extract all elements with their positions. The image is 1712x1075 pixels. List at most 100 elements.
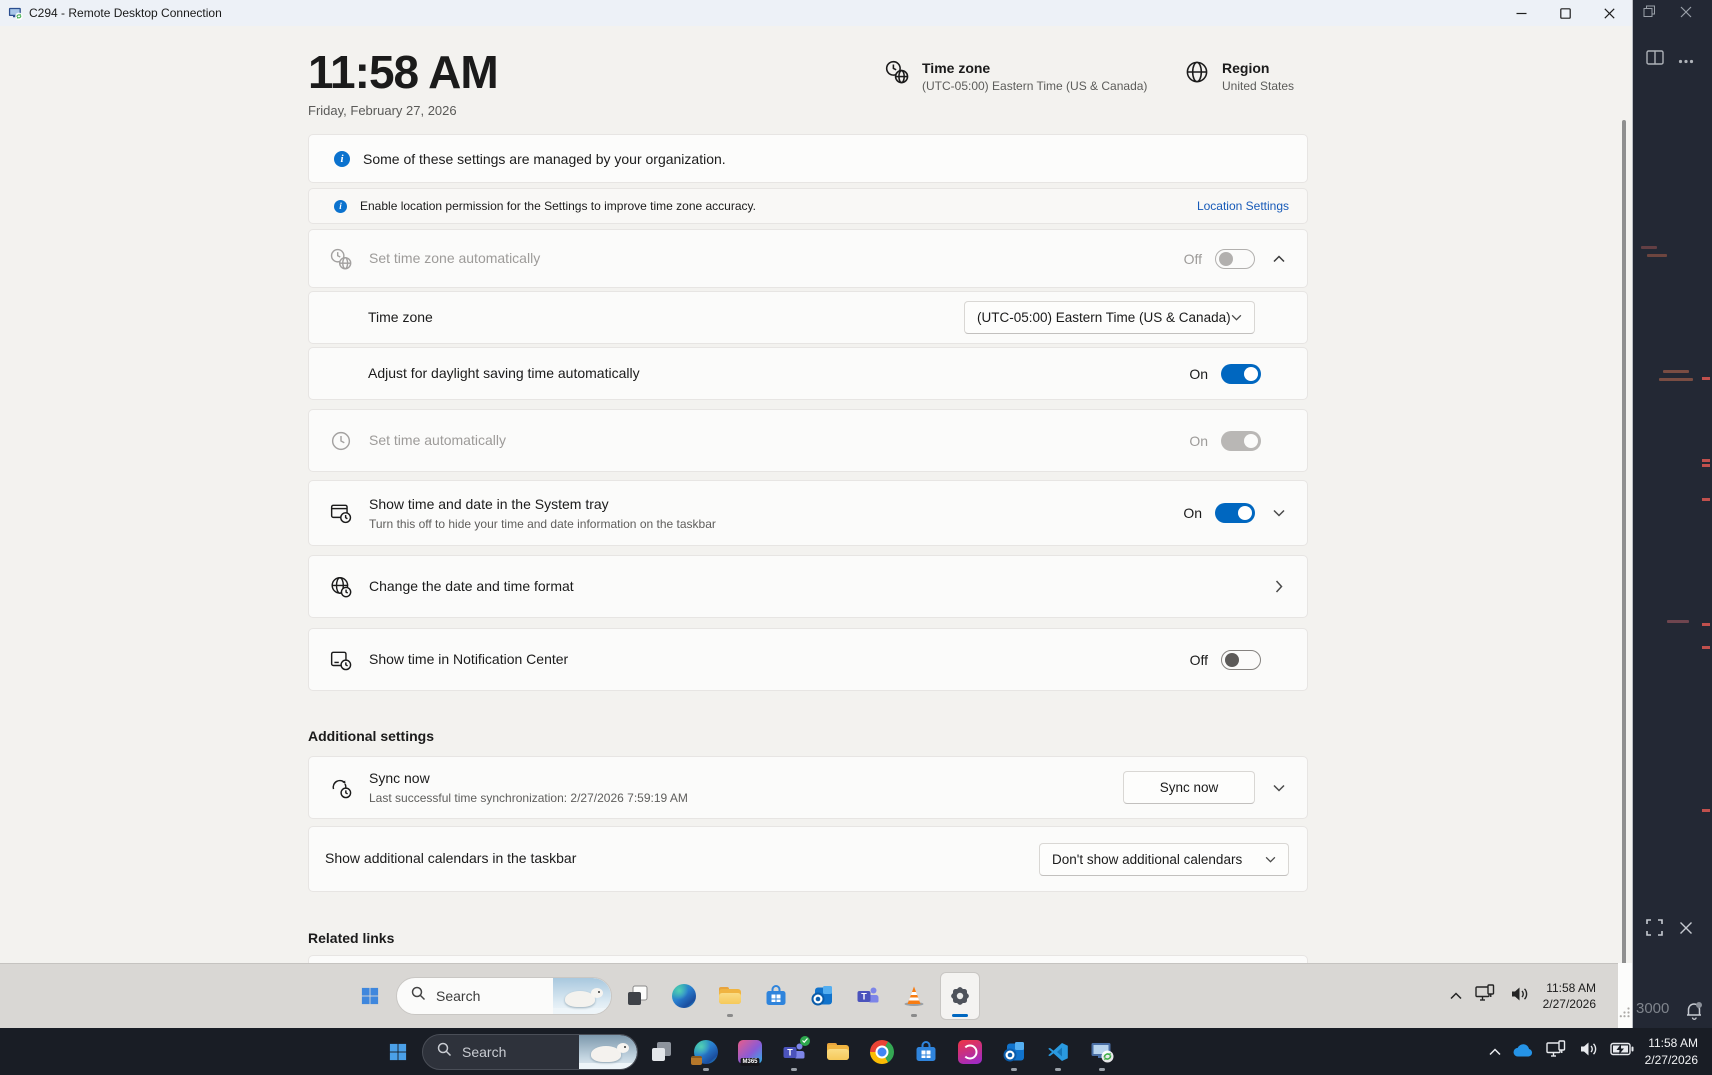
search-highlight-image bbox=[553, 978, 611, 1014]
edge-icon[interactable] bbox=[664, 972, 704, 1020]
toggle-state-label: On bbox=[1189, 365, 1208, 382]
managed-settings-banner: i Some of these settings are managed by … bbox=[308, 134, 1308, 183]
host-file-explorer-icon[interactable] bbox=[818, 1030, 858, 1074]
host-edge-work-icon[interactable] bbox=[686, 1030, 726, 1074]
close-button[interactable] bbox=[1587, 0, 1631, 26]
region-globe-icon bbox=[1185, 60, 1209, 93]
host-search-input[interactable]: Search bbox=[422, 1033, 638, 1070]
clock-block: 11:58 AM Friday, February 27, 2026 bbox=[308, 48, 499, 119]
notification-center-toggle[interactable] bbox=[1221, 649, 1261, 670]
code-window-titlebar bbox=[1633, 0, 1712, 28]
chevron-up-icon[interactable] bbox=[1269, 254, 1289, 263]
network-icon[interactable] bbox=[1545, 1039, 1568, 1064]
close-window-icon[interactable] bbox=[1680, 5, 1692, 23]
sync-icon bbox=[330, 777, 352, 799]
toggle-state-label: Off bbox=[1183, 250, 1202, 267]
chrome-icon[interactable] bbox=[862, 1030, 902, 1074]
restore-window-icon[interactable] bbox=[1643, 5, 1656, 23]
vlc-icon[interactable] bbox=[894, 972, 934, 1020]
network-icon[interactable] bbox=[1474, 984, 1497, 1008]
remote-desktop-app-icon[interactable] bbox=[1082, 1030, 1122, 1074]
tray-chevron-up-icon[interactable] bbox=[1489, 1043, 1501, 1061]
calendars-dropdown-value: Don't show additional calendars bbox=[1052, 851, 1243, 867]
set-timezone-auto-toggle bbox=[1215, 248, 1255, 269]
titlebar-left: C294 - Remote Desktop Connection bbox=[0, 6, 222, 21]
system-tray-time-row[interactable]: Show time and date in the System tray Tu… bbox=[308, 480, 1308, 546]
daylight-saving-row: Adjust for daylight saving time automati… bbox=[308, 347, 1308, 400]
change-format-row[interactable]: Change the date and time format bbox=[308, 555, 1308, 618]
timezone-value: (UTC-05:00) Eastern Time (US & Canada) bbox=[922, 79, 1148, 93]
host-tray-clock[interactable]: 11:58 AM 2/27/2026 bbox=[1645, 1035, 1698, 1067]
timezone-title: Time zone bbox=[922, 60, 991, 76]
location-settings-link[interactable]: Location Settings bbox=[1197, 199, 1289, 213]
rdp-app-icon bbox=[8, 6, 23, 21]
timezone-select-row: Time zone (UTC-05:00) Eastern Time (US &… bbox=[308, 291, 1308, 344]
resize-grip[interactable] bbox=[1619, 1005, 1631, 1023]
region-summary: Region United States bbox=[1185, 60, 1294, 93]
system-tray-time-toggle[interactable] bbox=[1215, 503, 1255, 523]
maximize-button[interactable] bbox=[1543, 0, 1587, 26]
timezone-dropdown-value: (UTC-05:00) Eastern Time (US & Canada) bbox=[977, 310, 1231, 325]
host-outlook-icon[interactable] bbox=[994, 1030, 1034, 1074]
volume-icon[interactable] bbox=[1579, 1041, 1599, 1062]
file-explorer-icon[interactable] bbox=[710, 972, 750, 1020]
port-row: 3000 bbox=[1633, 1000, 1712, 1020]
task-view-button[interactable] bbox=[618, 972, 658, 1020]
location-permission-text: Enable location permission for the Setti… bbox=[360, 199, 756, 213]
svg-text:T: T bbox=[787, 1047, 793, 1057]
additional-calendars-row: Show additional calendars in the taskbar… bbox=[308, 826, 1308, 892]
host-task-view-button[interactable] bbox=[642, 1030, 682, 1074]
fullscreen-icon[interactable] bbox=[1646, 919, 1663, 941]
host-taskbar-apps: Search M365 T bbox=[378, 1028, 1122, 1075]
host-taskbar: Search M365 T 11:58 AM 2/27/2026 bbox=[0, 1028, 1712, 1075]
related-links-card bbox=[308, 955, 1308, 963]
ruler-mark bbox=[1702, 459, 1710, 462]
row-label: Change the date and time format bbox=[369, 577, 574, 594]
volume-icon[interactable] bbox=[1510, 986, 1530, 1007]
clock-icon bbox=[330, 430, 352, 452]
start-button[interactable] bbox=[350, 972, 390, 1020]
row-label: Set time automatically bbox=[369, 431, 506, 448]
region-value: United States bbox=[1222, 79, 1295, 93]
code-window: 3000 bbox=[1633, 0, 1712, 1028]
daylight-saving-toggle[interactable] bbox=[1221, 363, 1261, 384]
m365-copilot-icon[interactable]: M365 bbox=[730, 1030, 770, 1074]
notification-clock-icon bbox=[330, 649, 352, 671]
host-teams-icon[interactable]: T bbox=[774, 1030, 814, 1074]
vertical-scrollbar[interactable] bbox=[1622, 120, 1626, 1000]
settings-date-time-page: 11:58 AM Friday, February 27, 2026 Time bbox=[0, 26, 1632, 963]
timezone-summary: Time zone (UTC-05:00) Eastern Time (US &… bbox=[885, 60, 1147, 93]
microsoft-store-icon[interactable] bbox=[756, 972, 796, 1020]
sync-now-button[interactable]: Sync now bbox=[1123, 771, 1255, 804]
row-label: Sync now bbox=[369, 770, 430, 786]
tray-chevron-up-icon[interactable] bbox=[1450, 987, 1462, 1005]
calendars-dropdown[interactable]: Don't show additional calendars bbox=[1039, 842, 1289, 876]
more-actions-icon[interactable] bbox=[1678, 51, 1694, 69]
timezone-auto-icon bbox=[330, 248, 352, 270]
host-start-button[interactable] bbox=[378, 1030, 418, 1074]
notification-bell-icon[interactable] bbox=[1684, 1000, 1704, 1027]
window-corner bbox=[1618, 963, 1632, 1028]
m365-label: M365 bbox=[740, 1057, 760, 1066]
notification-center-time-row: Show time in Notification Center Off bbox=[308, 628, 1308, 691]
tray-clock[interactable]: 11:58 AM 2/27/2026 bbox=[1543, 980, 1596, 1012]
onedrive-icon[interactable] bbox=[1512, 1042, 1535, 1062]
timezone-dropdown[interactable]: (UTC-05:00) Eastern Time (US & Canada) bbox=[964, 301, 1255, 334]
close-overlay-icon[interactable] bbox=[1679, 921, 1693, 940]
toggle-state-label: On bbox=[1183, 505, 1202, 521]
outlook-icon[interactable] bbox=[802, 972, 842, 1020]
teams-icon[interactable]: T bbox=[848, 972, 888, 1020]
minimize-button[interactable] bbox=[1499, 0, 1543, 26]
ruler-mark bbox=[1702, 623, 1710, 626]
set-timezone-auto-row[interactable]: Set time zone automatically Off bbox=[308, 229, 1308, 288]
clipchamp-icon[interactable] bbox=[950, 1030, 990, 1074]
host-store-icon[interactable] bbox=[906, 1030, 946, 1074]
chevron-down-icon[interactable] bbox=[1269, 784, 1289, 792]
chevron-down-icon[interactable] bbox=[1269, 509, 1289, 517]
battery-charging-icon[interactable] bbox=[1609, 1042, 1634, 1061]
search-input[interactable]: Search bbox=[396, 977, 612, 1015]
vscode-icon[interactable] bbox=[1038, 1030, 1078, 1074]
settings-icon-active[interactable] bbox=[940, 972, 980, 1020]
split-editor-icon[interactable] bbox=[1646, 50, 1664, 70]
ruler-mark bbox=[1702, 498, 1710, 501]
